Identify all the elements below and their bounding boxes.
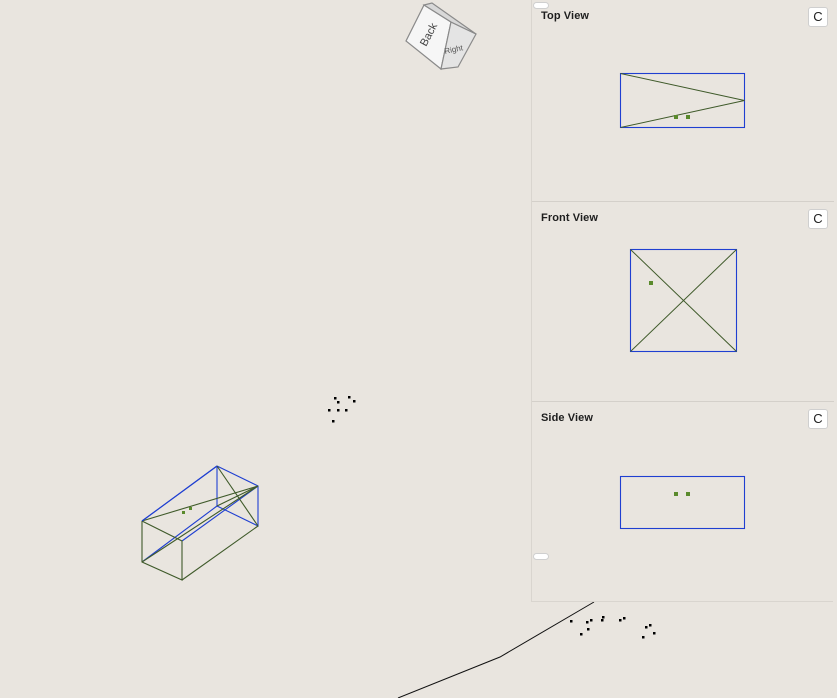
cloud-point bbox=[590, 619, 593, 622]
cloud-point bbox=[337, 409, 340, 412]
box-edge bbox=[181, 485, 259, 542]
side-view-canvas[interactable] bbox=[532, 402, 834, 602]
cloud-point bbox=[337, 401, 340, 404]
front-view-reset-button[interactable]: C bbox=[808, 209, 828, 229]
top-view-panel[interactable]: Top View C bbox=[532, 0, 834, 200]
cloud-point bbox=[587, 628, 590, 631]
point-cluster-bottom bbox=[570, 616, 656, 639]
side-view-reset-button[interactable]: C bbox=[808, 409, 828, 429]
box-point bbox=[182, 511, 185, 514]
side-view-point bbox=[686, 492, 690, 496]
top-view-canvas[interactable] bbox=[532, 0, 834, 200]
top-view-diagonal bbox=[620, 73, 745, 101]
ground-path-line bbox=[397, 601, 595, 698]
box-diagonal bbox=[141, 485, 259, 563]
navigation-view-cube[interactable]: Back Right bbox=[400, 0, 482, 76]
cloud-point bbox=[353, 400, 356, 403]
box-diagonal bbox=[141, 465, 218, 522]
front-view-panel[interactable]: Front View C bbox=[532, 201, 834, 401]
cloud-point bbox=[332, 420, 335, 423]
point-cluster-center bbox=[328, 396, 356, 423]
cloud-point bbox=[619, 619, 622, 622]
box-point bbox=[189, 507, 192, 510]
top-view-point bbox=[686, 115, 690, 119]
cloud-point bbox=[334, 397, 337, 400]
side-view-title: Side View bbox=[541, 412, 594, 424]
cloud-point bbox=[645, 626, 648, 629]
box-edge bbox=[181, 525, 259, 581]
cloud-point bbox=[649, 624, 652, 627]
box-edge bbox=[141, 505, 218, 563]
cloud-point bbox=[602, 616, 605, 619]
top-view-reset-button[interactable]: C bbox=[808, 7, 828, 27]
cloud-point bbox=[623, 617, 626, 620]
front-view-point bbox=[649, 281, 653, 285]
side-view-panel[interactable]: Side View C bbox=[532, 401, 834, 601]
top-view-outline bbox=[619, 72, 746, 129]
box-diagonal bbox=[141, 485, 259, 522]
orthographic-views-panel: Top View C Front View C Side View C bbox=[531, 0, 834, 602]
top-view-diagonal bbox=[620, 100, 745, 128]
cloud-point bbox=[345, 409, 348, 412]
cloud-point bbox=[586, 621, 589, 624]
box-edges-front bbox=[141, 520, 183, 581]
wireframe-box-3d[interactable] bbox=[141, 465, 259, 581]
cloud-point bbox=[653, 632, 656, 635]
top-view-title: Top View bbox=[541, 10, 590, 22]
cloud-point bbox=[601, 619, 604, 622]
cloud-point bbox=[642, 636, 645, 639]
panel-resize-handle-bottom[interactable] bbox=[533, 553, 549, 560]
front-view-canvas[interactable] bbox=[532, 202, 834, 402]
top-view-point bbox=[674, 115, 678, 119]
cloud-point bbox=[328, 409, 331, 412]
side-view-outline bbox=[619, 475, 746, 530]
front-view-title: Front View bbox=[541, 212, 599, 224]
side-view-point bbox=[674, 492, 678, 496]
cloud-point bbox=[580, 633, 583, 636]
panel-resize-handle-top[interactable] bbox=[533, 2, 549, 9]
cloud-point bbox=[570, 620, 573, 623]
cloud-point bbox=[348, 396, 351, 399]
